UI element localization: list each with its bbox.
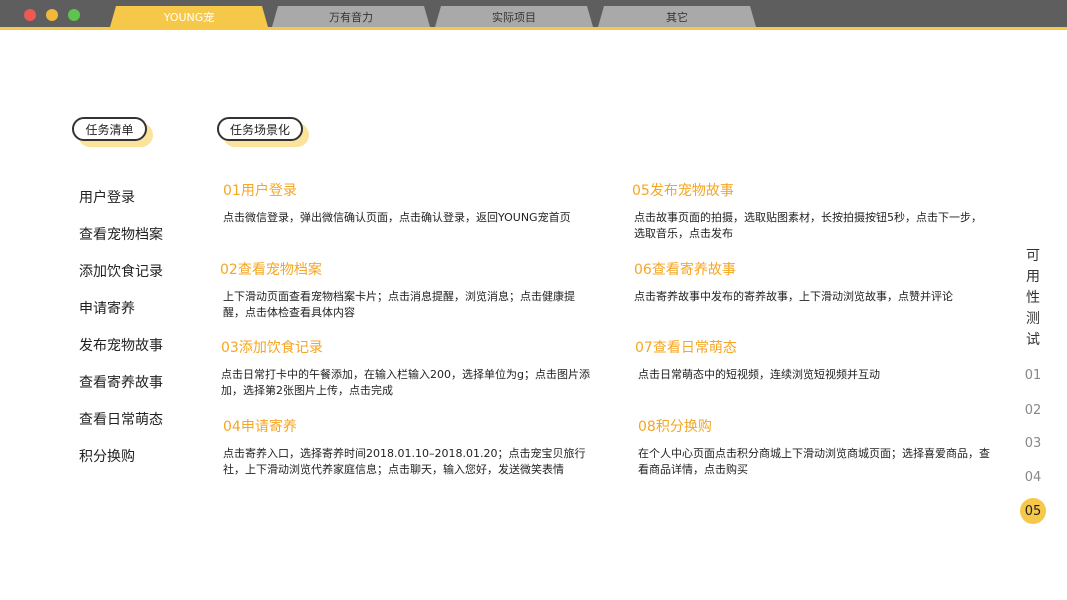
task-list: 用户登录 查看宠物档案 添加饮食记录 申请寄养 发布宠物故事 查看寄养故事 查看… (79, 188, 163, 484)
vertical-title-char: 可 (1026, 248, 1040, 264)
scenario-description: 上下滑动页面查看宠物档案卡片；点击消息提醒，浏览消息；点击健康提醒，点击体检查看… (223, 290, 575, 319)
usability-test-label: 可 用 性 测 试 (1024, 246, 1042, 351)
scenario-title: 01用户登录 (223, 183, 297, 199)
scenario-title: 05发布宠物故事 (632, 183, 734, 199)
scenario-description: 点击日常萌态中的短视频，连续浏览短视频并互动 (638, 368, 880, 381)
vertical-title-char: 性 (1026, 290, 1040, 306)
scenario-description: 点击日常打卡中的午餐添加，在输入栏输入200，选择单位为g；点击图片添加，选择第… (221, 368, 590, 397)
scenario-title: 06查看寄养故事 (634, 262, 736, 278)
scenario-description: 点击微信登录，弹出微信确认页面，点击确认登录，返回YOUNG宠首页 (223, 211, 571, 224)
vertical-title-char: 测 (1026, 311, 1040, 327)
scenario-title: 02查看宠物档案 (220, 262, 322, 278)
task-item: 申请寄养 (79, 301, 135, 317)
scenario-description: 点击故事页面的拍摄，选取贴图素材，长按拍摄按钮5秒，点击下一步，选取音乐，点击发… (634, 211, 982, 240)
page-nav-04[interactable]: 04 (1020, 464, 1046, 490)
scenario-block: 02查看宠物档案 上下滑动页面查看宠物档案卡片；点击消息提醒，浏览消息；点击健康… (220, 259, 595, 321)
close-window-button[interactable] (24, 9, 36, 21)
title-bar-accent-line (0, 27, 1067, 30)
task-item: 用户登录 (79, 190, 135, 206)
tab-music[interactable]: 万有音力 (272, 6, 430, 27)
task-item: 查看日常萌态 (79, 412, 163, 428)
page-nav-02[interactable]: 02 (1020, 397, 1046, 423)
scenario-description: 点击寄养故事中发布的寄养故事，上下滑动浏览故事，点赞并评论 (634, 290, 953, 303)
scenario-description: 在个人中心页面点击积分商城上下滑动浏览商城页面；选择喜爱商品，查看商品详情，点击… (638, 447, 990, 476)
scenario-block: 07查看日常萌态 点击日常萌态中的短视频，连续浏览短视频并互动 (635, 337, 990, 383)
scenario-block: 03添加饮食记录 点击日常打卡中的午餐添加，在输入栏输入200，选择单位为g；点… (221, 337, 596, 399)
minimize-window-button[interactable] (46, 9, 58, 21)
page-nav-03[interactable]: 03 (1020, 430, 1046, 456)
task-item: 查看寄养故事 (79, 375, 163, 391)
scenario-title: 04申请寄养 (223, 419, 297, 435)
scenario-block: 01用户登录 点击微信登录，弹出微信确认页面，点击确认登录，返回YOUNG宠首页 (223, 180, 598, 226)
title-bar: YOUNG宠 万有音力 实际项目 其它 (0, 0, 1067, 27)
task-list-header: 任务清单 (72, 117, 147, 141)
scenario-title: 03添加饮食记录 (221, 340, 323, 356)
maximize-window-button[interactable] (68, 9, 80, 21)
vertical-title-char: 试 (1026, 332, 1040, 348)
task-item: 添加饮食记录 (79, 264, 163, 280)
task-item: 查看宠物档案 (79, 227, 163, 243)
scenario-title: 07查看日常萌态 (635, 340, 737, 356)
scenario-header: 任务场景化 (217, 117, 303, 141)
page-nav-05[interactable]: 05 (1020, 498, 1046, 524)
scenario-block: 08积分换购 在个人中心页面点击积分商城上下滑动浏览商城页面；选择喜爱商品，查看… (638, 416, 993, 478)
vertical-title-char: 用 (1026, 269, 1040, 285)
scenario-block: 05发布宠物故事 点击故事页面的拍摄，选取贴图素材，长按拍摄按钮5秒，点击下一步… (632, 180, 987, 242)
tab-real-projects[interactable]: 实际项目 (435, 6, 593, 27)
tab-others[interactable]: 其它 (598, 6, 756, 27)
scenario-title: 08积分换购 (638, 419, 712, 435)
scenario-block: 06查看寄养故事 点击寄养故事中发布的寄养故事，上下滑动浏览故事，点赞并评论 (634, 259, 989, 305)
scenario-description: 点击寄养入口，选择寄养时间2018.01.10–2018.01.20；点击宠宝贝… (223, 447, 586, 476)
scenario-block: 04申请寄养 点击寄养入口，选择寄养时间2018.01.10–2018.01.2… (223, 416, 598, 478)
task-item: 发布宠物故事 (79, 338, 163, 354)
page-nav-01[interactable]: 01 (1020, 362, 1046, 388)
task-item: 积分换购 (79, 449, 135, 465)
tab-young-pet[interactable]: YOUNG宠 (110, 6, 268, 27)
